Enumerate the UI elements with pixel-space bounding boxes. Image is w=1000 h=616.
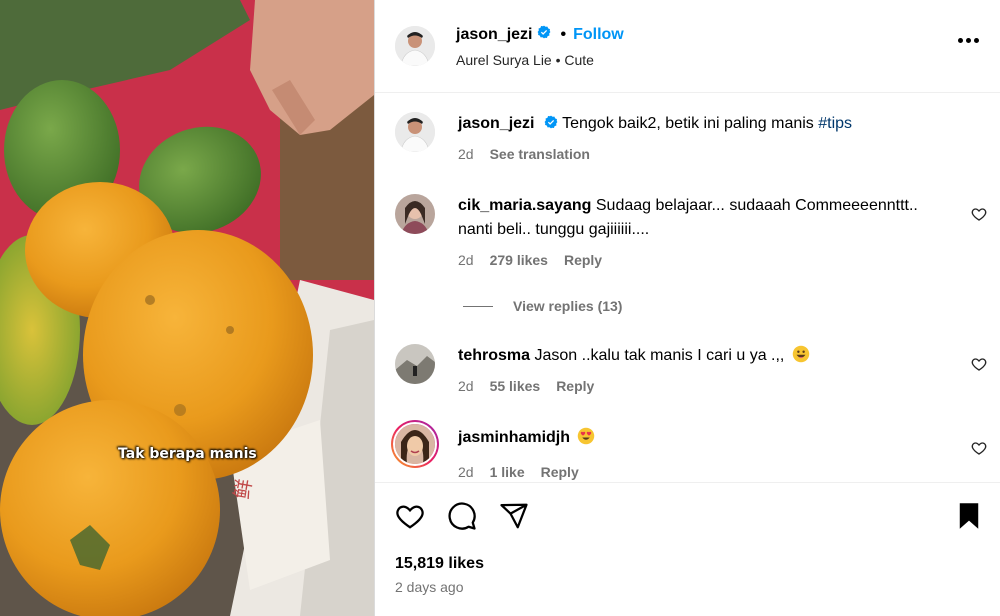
view-replies-line: [463, 305, 493, 307]
view-replies-label: View replies (13): [513, 298, 623, 314]
grinning-face-emoji-icon: [792, 345, 810, 371]
verified-badge-icon: [544, 113, 558, 137]
post-timestamp[interactable]: 2 days ago: [395, 579, 464, 595]
see-translation-link[interactable]: See translation: [490, 146, 590, 162]
verified-badge-icon: [537, 25, 551, 44]
comment-like-heart-icon[interactable]: [971, 206, 987, 227]
comment-likes[interactable]: 55 likes: [490, 378, 541, 394]
papaya-video-frame: 鲜: [0, 0, 374, 616]
author-username[interactable]: jason_jezi: [456, 26, 532, 44]
comment-username[interactable]: jasminhamidjh: [458, 429, 570, 446]
comment-time: 2d: [458, 378, 474, 394]
video-caption-overlay: Tak berapa manis: [118, 446, 257, 462]
share-icon[interactable]: [499, 501, 529, 536]
reply-button[interactable]: Reply: [541, 464, 579, 480]
audio-attribution[interactable]: Aurel Surya Lie • Cute: [456, 52, 594, 68]
follow-button[interactable]: Follow: [573, 26, 624, 44]
post-side-panel: jason_jezi • Follow Aurel Surya Lie • Cu…: [374, 0, 1000, 616]
comment-text-line: tehrosma Jason ..kalu tak manis I cari u…: [458, 344, 948, 371]
reply-button[interactable]: Reply: [564, 252, 602, 268]
commenter-avatar-story-ring[interactable]: [391, 420, 439, 468]
commenter-avatar[interactable]: [395, 344, 435, 384]
comments-list[interactable]: jason_jezi Tengok baik2, betik ini palin…: [375, 94, 1000, 482]
separator-dot: •: [560, 25, 567, 43]
comment-like-heart-icon[interactable]: [971, 356, 987, 377]
caption-time: 2d: [458, 146, 474, 162]
commenter-avatar[interactable]: [395, 194, 435, 234]
comment-meta: 2d 279 likes Reply: [458, 252, 602, 268]
comment-text-line: cik_maria.sayang Sudaag belajaar... suda…: [458, 194, 948, 242]
comment-text: Jason ..kalu tak manis I cari u ya .,,: [534, 347, 785, 364]
caption-hashtag[interactable]: #tips: [818, 115, 852, 132]
author-avatar[interactable]: [395, 26, 435, 66]
reply-button[interactable]: Reply: [556, 378, 594, 394]
caption-meta: 2d See translation: [458, 146, 590, 162]
comment-icon[interactable]: [447, 501, 477, 536]
comment-username[interactable]: cik_maria.sayang: [458, 197, 591, 214]
caption-text-line: jason_jezi Tengok baik2, betik ini palin…: [458, 112, 948, 137]
comment-meta: 2d 1 like Reply: [458, 464, 579, 480]
heart-icon[interactable]: [395, 501, 425, 536]
caption-author-avatar[interactable]: [395, 112, 435, 152]
post-header: jason_jezi • Follow Aurel Surya Lie • Cu…: [375, 0, 1000, 93]
svg-text:鲜: 鲜: [229, 477, 256, 501]
comment-likes[interactable]: 1 like: [490, 464, 525, 480]
comment-time: 2d: [458, 252, 474, 268]
comment-meta: 2d 55 likes Reply: [458, 378, 594, 394]
comment-text-line: jasminhamidjh: [458, 426, 948, 453]
comment-time: 2d: [458, 464, 474, 480]
author-row: jason_jezi • Follow: [456, 25, 624, 44]
caption-username[interactable]: jason_jezi: [458, 115, 534, 132]
heart-eyes-emoji-icon: [577, 427, 595, 453]
comment-likes[interactable]: 279 likes: [490, 252, 548, 268]
instagram-post-view: 鲜 Tak berapa manis jason_jezi • Follow A…: [0, 0, 1000, 616]
like-count[interactable]: 15,819 likes: [395, 555, 484, 573]
view-replies-button[interactable]: View replies (13): [463, 298, 622, 314]
post-actions: 15,819 likes 2 days ago: [375, 482, 1000, 616]
post-media[interactable]: 鲜 Tak berapa manis: [0, 0, 374, 616]
comment-username[interactable]: tehrosma: [458, 347, 530, 364]
more-options-icon[interactable]: [958, 34, 979, 47]
comment-like-heart-icon[interactable]: [971, 440, 987, 461]
bookmark-icon[interactable]: [955, 501, 983, 536]
caption-text: Tengok baik2, betik ini paling manis: [562, 115, 814, 132]
action-icons: [395, 501, 529, 536]
